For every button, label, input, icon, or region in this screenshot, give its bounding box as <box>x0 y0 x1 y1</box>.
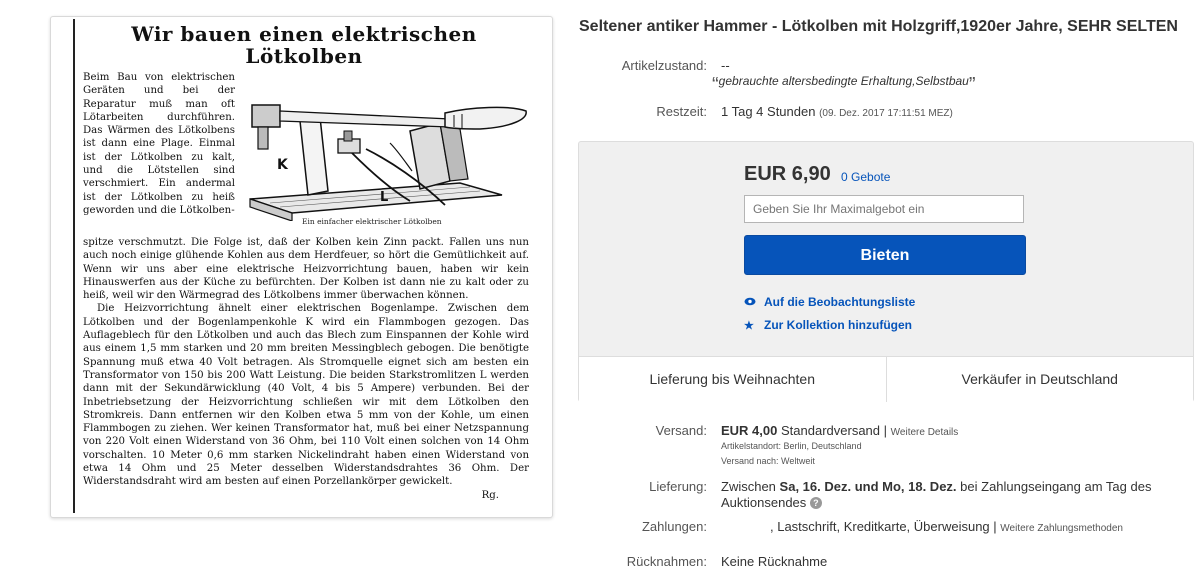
article-paragraph-1: spitze verschmutzt. Die Folge ist, daß d… <box>83 237 529 302</box>
watchlist-label: Auf die Beobachtungsliste <box>764 295 916 309</box>
delivery-label: Lieferung: <box>649 479 707 494</box>
help-icon[interactable]: ? <box>809 497 822 509</box>
shipping-separator: | <box>883 423 888 438</box>
soldering-iron-illustration: K L <box>249 104 527 221</box>
star-icon: ★ <box>744 320 754 332</box>
collection-label: Zur Kollektion hinzufügen <box>764 318 912 332</box>
quote-open-icon: “ <box>712 74 719 96</box>
add-to-watchlist-link[interactable]: Auf die Beobachtungsliste <box>744 295 915 309</box>
quote-close-icon: ” <box>968 74 976 96</box>
place-bid-button[interactable]: Bieten <box>744 235 1026 275</box>
label-k: K <box>277 157 289 173</box>
condition-value: -- <box>721 58 730 73</box>
bid-panel: EUR 6,90 0 Gebote Bieten Auf die Beobach… <box>578 141 1194 402</box>
payments-value: , Lastschrift, Kreditkarte, Überweisung … <box>770 519 1123 534</box>
shipping-details-link[interactable]: Weitere Details <box>891 427 959 438</box>
bid-count-link[interactable]: 0 Gebote <box>841 170 890 184</box>
time-left-duration: 1 Tag 4 Stunden <box>721 104 816 119</box>
max-bid-input[interactable] <box>744 195 1024 223</box>
eye-icon <box>744 297 758 309</box>
more-payment-methods-link[interactable]: Weitere Zahlungsmethoden <box>1000 523 1123 534</box>
shipping-method: Standardversand <box>781 423 881 438</box>
article-title: Wir bauen einen elektrischen Lötkolben <box>75 23 533 67</box>
tile-delivery-christmas: Lieferung bis Weihnachten <box>649 371 816 387</box>
delivery-dates: Sa, 16. Dez. und Mo, 18. Dez. <box>779 479 957 494</box>
figure-caption: Ein einfacher elektrischer Lötkolben <box>302 217 442 226</box>
payments-separator: | <box>993 519 997 534</box>
current-price: EUR 6,90 <box>744 163 831 185</box>
returns-label: Rücknahmen: <box>626 554 707 569</box>
shipping-value: EUR 4,00 Standardversand | Weitere Detai… <box>721 423 958 438</box>
item-location: Artikelstandort: Berlin, Deutschland <box>721 441 862 451</box>
delivery-prefix: Zwischen <box>721 479 776 494</box>
delivery-value: Zwischen Sa, 16. Dez. und Mo, 18. Dez. b… <box>721 479 1191 511</box>
time-left-value: 1 Tag 4 Stunden (09. Dez. 2017 17:11:51 … <box>721 104 953 119</box>
delivery-suffix: bei Zahlungseingang am Tag des <box>960 479 1152 494</box>
condition-label: Artikelzustand: <box>621 58 707 73</box>
article-signature: Rg. <box>481 489 499 501</box>
shipping-label: Versand: <box>655 423 707 438</box>
scanned-article: Wir bauen einen elektrischen Lötkolben B… <box>73 19 533 513</box>
article-intro-column: Beim Bau von elektrischen Geräten und be… <box>83 72 235 216</box>
item-image-panel[interactable]: Wir bauen einen elektrischen Lötkolben B… <box>50 16 553 518</box>
time-left-label: Restzeit: <box>656 104 707 119</box>
payments-label: Zahlungen: <box>641 519 707 534</box>
article-body: spitze verschmutzt. Die Folge ist, daß d… <box>83 236 529 502</box>
info-tiles: Lieferung bis Weihnachten Verkäufer in D… <box>579 356 1193 402</box>
condition-description: “gebrauchte altersbedingte Erhaltung,Sel… <box>712 74 976 97</box>
label-l: L <box>380 190 388 205</box>
add-to-collection-link[interactable]: ★ Zur Kollektion hinzufügen <box>744 318 912 332</box>
auction-end-time: (09. Dez. 2017 17:11:51 MEZ) <box>819 108 953 119</box>
condition-quote-text: gebrauchte altersbedingte Erhaltung,Selb… <box>718 74 969 88</box>
article-title-line1: Wir bauen einen elektrischen <box>131 22 477 46</box>
delivery-line2: Auktionsendes <box>721 495 807 510</box>
tile-seller-germany: Verkäufer in Deutschland <box>885 357 1194 402</box>
article-title-line2: Lötkolben <box>245 44 363 68</box>
shipping-price: EUR 4,00 <box>721 423 778 438</box>
ships-to: Versand nach: Weltweit <box>721 456 815 466</box>
returns-value: Keine Rücknahme <box>721 554 828 569</box>
payment-methods: , Lastschrift, Kreditkarte, Überweisung <box>770 519 990 534</box>
listing-title: Seltener antiker Hammer - Lötkolben mit … <box>579 18 1178 35</box>
article-paragraph-2: Die Heizvorrichtung ähnelt einer elektri… <box>83 303 529 488</box>
